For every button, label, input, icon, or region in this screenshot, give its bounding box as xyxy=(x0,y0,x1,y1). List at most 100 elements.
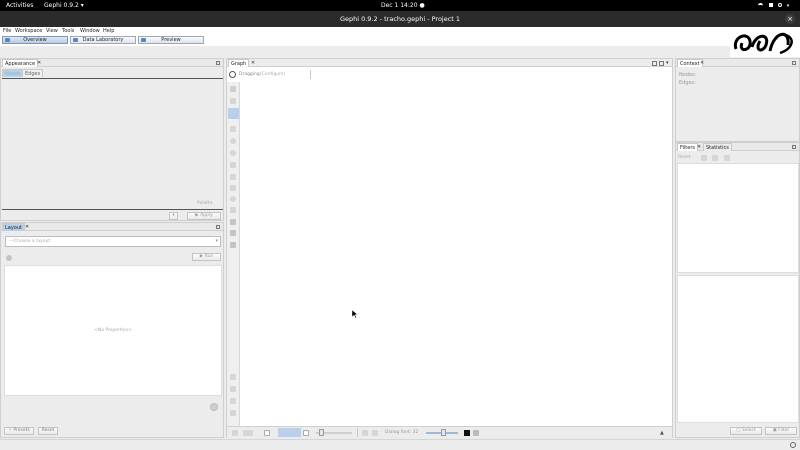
clock[interactable]: Dec 1 14:20 ● xyxy=(381,2,425,9)
status-menu[interactable]: ▾ xyxy=(758,3,789,9)
reset-layout-button[interactable]: Reset xyxy=(38,427,58,435)
tab-context[interactable]: Context xyxy=(677,59,703,67)
tab-appearance[interactable]: Appearance xyxy=(2,59,39,67)
wrench-icon[interactable] xyxy=(230,374,236,380)
scroll-right-icon[interactable] xyxy=(659,61,664,66)
close-icon[interactable]: ✕ xyxy=(251,59,255,67)
size-tool-icon[interactable] xyxy=(230,138,236,144)
overview-icon xyxy=(5,38,10,42)
chevron-down-icon: ▾ xyxy=(786,3,790,9)
configure-link[interactable]: (Configure) xyxy=(260,72,285,77)
help-icon[interactable] xyxy=(210,403,218,411)
cursor-tool-icon[interactable] xyxy=(230,86,236,92)
minimize-icon[interactable] xyxy=(216,61,220,65)
chevron-down-icon[interactable]: ▾ xyxy=(666,59,669,67)
play-icon: ▶ xyxy=(195,213,199,218)
edge-pencil-tool-icon[interactable] xyxy=(230,174,236,180)
tab-graph[interactable]: Graph xyxy=(228,59,250,67)
preview-button[interactable]: Preview xyxy=(138,36,204,44)
font-size-slider-thumb[interactable] xyxy=(441,429,446,436)
notification-icon[interactable] xyxy=(790,442,796,448)
filters-reset-button[interactable]: Reset xyxy=(678,155,691,160)
heat-map-tool-icon[interactable] xyxy=(230,196,236,202)
table-tool-icon[interactable] xyxy=(230,242,236,248)
app-menu[interactable]: Gephi 0.9.2 ▾ xyxy=(44,2,84,9)
layout-select[interactable]: ---Choose a layout ▾ xyxy=(5,236,221,247)
close-icon[interactable]: ✕ xyxy=(700,59,704,67)
edit-tool-icon[interactable] xyxy=(230,207,236,213)
filters-header: Filters ✕ Statistics xyxy=(676,143,799,151)
appearance-options-button[interactable]: ▾ xyxy=(169,212,178,220)
minimize-icon[interactable] xyxy=(792,145,796,149)
select-button[interactable]: ▢ Select xyxy=(730,427,762,435)
no-properties-label: <No Properties> xyxy=(94,328,132,333)
zoom-slider-thumb[interactable] xyxy=(319,429,324,436)
main-toolbar: Overview Data Laboratory Preview xyxy=(0,34,730,46)
scroll-left-icon[interactable] xyxy=(652,61,657,66)
layer-tool-icon[interactable] xyxy=(230,219,236,225)
label-edge-icon[interactable] xyxy=(372,430,378,436)
overview-button[interactable]: Overview xyxy=(2,36,68,44)
tab-statistics[interactable]: Statistics xyxy=(703,143,732,151)
letter-a-icon[interactable] xyxy=(230,410,236,416)
close-icon[interactable]: ✕ xyxy=(37,59,41,67)
filters-queries-area[interactable] xyxy=(677,275,799,423)
brush-tool-icon[interactable] xyxy=(230,126,236,132)
drag-tool-icon[interactable] xyxy=(228,108,239,119)
tab-edges[interactable]: Edges xyxy=(22,69,44,77)
activities-button[interactable]: Activities xyxy=(6,2,33,9)
rectangle-select-tool-icon[interactable] xyxy=(230,98,236,104)
filter-auto-icon[interactable] xyxy=(724,155,730,161)
zoom-field[interactable] xyxy=(278,428,301,437)
system-top-bar: Activities Gephi 0.9.2 ▾ Dec 1 14:20 ● ▾ xyxy=(0,0,800,11)
graph-tools-toolbar xyxy=(227,82,240,427)
layout-select-value: ---Choose a layout xyxy=(9,239,51,244)
filter-list-icon[interactable] xyxy=(701,155,707,161)
pencil-tool-icon[interactable] xyxy=(230,162,236,168)
expand-icon[interactable]: ▲ xyxy=(660,430,664,436)
dragging-label: Dragging xyxy=(239,72,260,77)
play-icon: ▶ xyxy=(199,254,204,259)
mouse-cursor-icon xyxy=(352,310,358,318)
font-icon[interactable] xyxy=(473,430,479,436)
menu-bar: File Workspace View Tools Window Help xyxy=(0,27,730,34)
filters-library-tree[interactable] xyxy=(677,163,799,273)
background-color-icon[interactable] xyxy=(243,430,253,436)
context-nodes-label: Nodes: xyxy=(679,72,697,78)
status-bar xyxy=(0,439,800,450)
painter-tool-icon[interactable] xyxy=(230,150,236,156)
text-icon[interactable] xyxy=(264,430,270,436)
graph-canvas[interactable] xyxy=(241,82,672,427)
square-icon[interactable] xyxy=(230,386,236,392)
close-icon[interactable]: ✕ xyxy=(25,223,29,231)
filter-button[interactable]: ▣ Filter xyxy=(765,427,797,435)
tab-layout[interactable]: Layout xyxy=(2,223,25,231)
minimize-icon[interactable] xyxy=(792,61,796,65)
info-icon[interactable] xyxy=(6,255,12,261)
chevron-down-icon: ▾ xyxy=(215,238,218,244)
close-icon: × xyxy=(787,15,793,23)
context-panel: Context ✕ Nodes: Edges: xyxy=(675,58,800,142)
data-laboratory-button[interactable]: Data Laboratory xyxy=(70,36,136,44)
grid-tool-icon[interactable] xyxy=(230,230,236,236)
layout-header: Layout ✕ xyxy=(1,223,223,231)
text-size-icon[interactable] xyxy=(303,430,309,436)
tab-nodes[interactable]: Nodes xyxy=(2,69,24,77)
graph-panel: Graph ✕ ▾ Dragging (Configure) Dialog fo… xyxy=(226,58,673,438)
minimize-icon[interactable] xyxy=(216,225,220,229)
arrow-up-icon[interactable] xyxy=(230,398,236,404)
apply-button[interactable]: ▶ Apply xyxy=(187,212,221,220)
wifi-icon xyxy=(758,3,763,7)
appearance-panel: Appearance ✕ Nodes Edges Palette ▾ ▶ App… xyxy=(0,58,224,221)
filter-grid-icon[interactable] xyxy=(712,155,718,161)
run-button[interactable]: ▶ Run xyxy=(192,253,221,261)
color-swatch[interactable] xyxy=(464,430,470,436)
close-window-button[interactable]: × xyxy=(785,14,795,24)
tab-filters[interactable]: Filters xyxy=(677,143,698,151)
label-node-icon[interactable] xyxy=(362,430,368,436)
screenshot-icon[interactable] xyxy=(232,430,238,436)
close-icon[interactable]: ✕ xyxy=(697,143,701,151)
shortest-path-tool-icon[interactable] xyxy=(230,185,236,191)
select-icon: ▢ xyxy=(736,428,741,433)
presets-button[interactable]: ✧ Presets xyxy=(4,427,34,435)
